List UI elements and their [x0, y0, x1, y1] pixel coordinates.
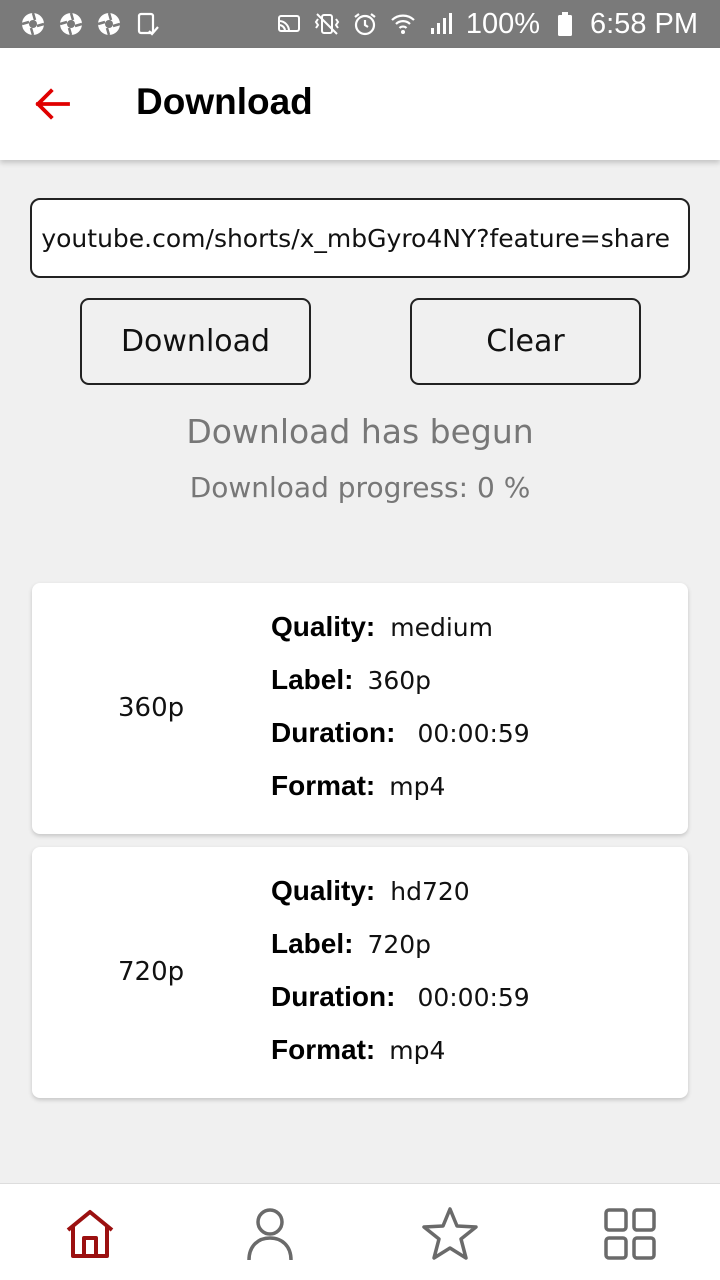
duration-key: Duration: [271, 981, 396, 1012]
aperture-icon [58, 11, 84, 37]
wifi-icon [390, 11, 416, 37]
duration-value: 00:00:59 [417, 719, 530, 748]
label-row: Label: 720p [271, 928, 431, 960]
video-option-card[interactable]: 720p Quality: hd720 Label: 720p Duration: 0… [32, 847, 688, 1098]
battery-icon [552, 11, 578, 37]
label-value: 720p [367, 930, 432, 959]
status-bar: 100% 6:58 PM [0, 0, 720, 48]
format-value: mp4 [389, 1036, 446, 1065]
resolution-label: 720p [118, 957, 185, 987]
format-row: Format: mp4 [271, 1034, 445, 1066]
quality-value: medium [390, 613, 493, 642]
quality-key: Quality: [271, 875, 376, 906]
nav-profile[interactable] [238, 1202, 302, 1266]
bottom-nav [0, 1183, 720, 1280]
duration-row: Duration: 00:00:59 [271, 717, 530, 749]
nav-apps[interactable] [598, 1202, 662, 1266]
app-bar: Download [0, 48, 720, 160]
download-progress: Download progress: 0 % [189, 471, 531, 504]
home-icon [66, 1210, 114, 1258]
format-row: Format: mp4 [271, 770, 445, 802]
grid-icon [604, 1208, 656, 1260]
label-key: Label: [271, 664, 354, 695]
star-icon [422, 1207, 478, 1260]
duration-row: Duration: 00:00:59 [271, 981, 530, 1013]
duration-key: Duration: [271, 717, 396, 748]
cast-icon [276, 11, 302, 37]
download-status: Download has begun [186, 412, 534, 451]
nav-favorites[interactable] [418, 1202, 482, 1266]
label-row: Label: 360p [271, 664, 431, 696]
back-button[interactable] [30, 84, 74, 124]
quality-row: Quality: hd720 [271, 875, 470, 907]
notification-icons [20, 11, 160, 37]
quality-key: Quality: [271, 611, 376, 642]
page-title: Download [136, 81, 313, 122]
vibrate-icon [314, 11, 340, 37]
profile-icon [247, 1208, 293, 1261]
format-key: Format: [271, 1034, 376, 1065]
resolution-label: 360p [118, 693, 185, 723]
clear-button[interactable]: Clear [410, 298, 641, 385]
alarm-icon [352, 11, 378, 37]
label-key: Label: [271, 928, 354, 959]
aperture-icon [96, 11, 122, 37]
system-icons: 100% 6:58 PM [276, 8, 698, 41]
format-key: Format: [271, 770, 376, 801]
url-input[interactable]: youtube.com/shorts/x_mbGyro4NY?feature=s… [30, 198, 690, 278]
signal-icon [428, 11, 454, 37]
duration-value: 00:00:59 [417, 983, 530, 1012]
video-option-card[interactable]: 360p Quality: medium Label: 360p Duration:… [32, 583, 688, 834]
format-value: mp4 [389, 772, 446, 801]
url-input-value: youtube.com/shorts/x_mbGyro4NY?feature=s… [41, 223, 670, 253]
quality-row: Quality: medium [271, 611, 493, 643]
download-button[interactable]: Download [80, 298, 311, 385]
aperture-icon [20, 11, 46, 37]
label-value: 360p [367, 666, 432, 695]
clock: 6:58 PM [590, 7, 698, 40]
battery-percent: 100% [465, 7, 540, 40]
nav-home[interactable] [58, 1202, 122, 1266]
quality-value: hd720 [390, 877, 470, 906]
arrow-left-icon [35, 88, 70, 120]
tablet-check-icon [134, 11, 160, 37]
